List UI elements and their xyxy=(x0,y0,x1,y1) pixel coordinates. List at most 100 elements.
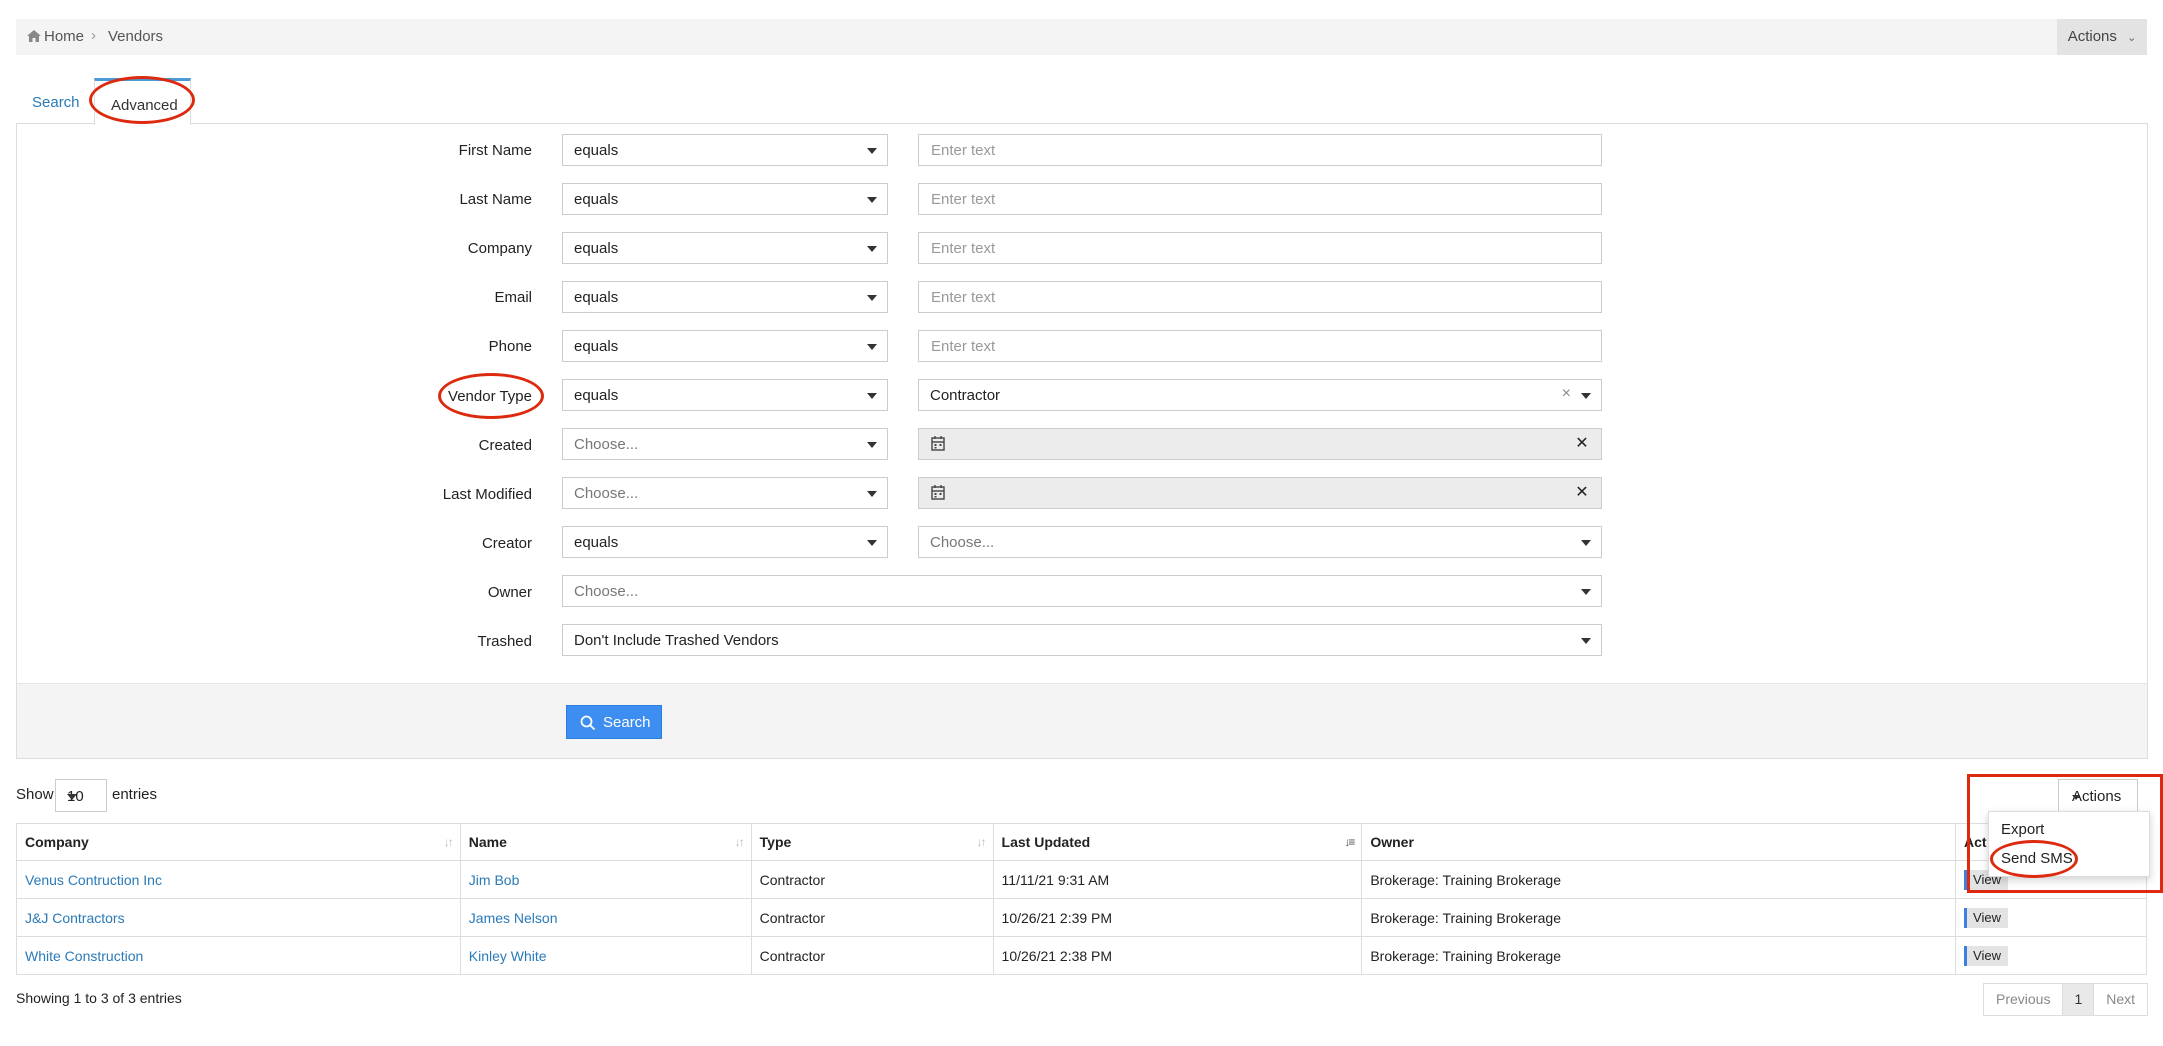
page-length-select[interactable]: 10 xyxy=(55,779,107,812)
search-icon xyxy=(580,715,596,731)
vendor-type-operator-value: equals xyxy=(574,387,619,404)
calendar-icon xyxy=(931,436,945,451)
pagination-page-1[interactable]: 1 xyxy=(2062,984,2095,1015)
entries-label: entries xyxy=(112,786,158,803)
owner-label: Owner xyxy=(487,584,532,601)
sort-icon: ↓↑ xyxy=(443,835,454,849)
creator-value: Choose... xyxy=(930,534,995,551)
column-header-label: Type xyxy=(759,834,792,850)
creator-operator-value: equals xyxy=(574,534,619,551)
owner-value: Choose... xyxy=(574,583,639,600)
cell-name: Kinley White xyxy=(459,936,752,975)
search-panel-footer xyxy=(16,683,2148,759)
vendors-table: Company ↓↑ Name ↓↑ Type ↓↑ Last Updated ↓≡ O… xyxy=(16,823,2147,975)
first-name-label: First Name xyxy=(458,142,532,159)
email-input[interactable] xyxy=(919,282,1601,312)
pagination: Previous 1 Next xyxy=(1983,983,2149,1016)
company-operator-select[interactable]: equals xyxy=(562,232,888,264)
last-name-input[interactable] xyxy=(919,184,1601,214)
view-button[interactable]: View xyxy=(1964,907,2008,928)
owner-select[interactable]: Choose... xyxy=(562,575,1602,607)
caret-down-icon xyxy=(1581,638,1591,644)
last-name-label: Last Name xyxy=(459,191,532,208)
table-info: Showing 1 to 3 of 3 entries xyxy=(16,990,182,1006)
search-button-label: Search xyxy=(603,714,651,731)
sort-icon: ↓↑ xyxy=(734,835,745,849)
column-header-label: Name xyxy=(468,834,507,850)
annotation-circle-vendor-type xyxy=(438,373,544,419)
cell-type: Contractor xyxy=(750,936,994,975)
page-actions-button[interactable]: Actions ⌄ xyxy=(2057,19,2147,55)
pagination-previous[interactable]: Previous xyxy=(1984,984,2062,1015)
first-name-input-wrap xyxy=(918,134,1602,166)
caret-down-icon xyxy=(867,491,877,497)
caret-down-icon xyxy=(67,794,77,800)
pagination-next[interactable]: Next xyxy=(2094,984,2147,1015)
first-name-operator-select[interactable]: equals xyxy=(562,134,888,166)
page-actions-label: Actions xyxy=(2067,28,2117,45)
created-operator-select[interactable]: Choose... xyxy=(562,428,888,460)
breadcrumb: Home › Vendors Actions ⌄ xyxy=(16,19,2147,55)
cell-company: White Construction xyxy=(16,936,461,975)
clear-date-icon[interactable]: ✕ xyxy=(1563,478,1601,508)
cell-type: Contractor xyxy=(750,898,994,937)
column-header-name[interactable]: Name ↓↑ xyxy=(459,823,752,861)
caret-down-icon xyxy=(867,295,877,301)
chevron-right-icon: › xyxy=(91,27,96,44)
vendor-type-value-select[interactable]: Contractor × xyxy=(918,379,1602,411)
company-input-wrap xyxy=(918,232,1602,264)
company-label: Company xyxy=(467,240,532,257)
cell-last-updated: 10/26/21 2:39 PM xyxy=(992,898,1363,937)
created-label: Created xyxy=(478,437,532,454)
breadcrumb-home-link[interactable]: Home xyxy=(44,28,84,45)
phone-input[interactable] xyxy=(919,331,1601,361)
name-link[interactable]: Jim Bob xyxy=(469,872,520,888)
last-modified-operator-select[interactable]: Choose... xyxy=(562,477,888,509)
clear-selection-icon[interactable]: × xyxy=(1562,385,1571,403)
cell-actions: View xyxy=(1955,898,2147,937)
email-operator-select[interactable]: equals xyxy=(562,281,888,313)
company-link[interactable]: Venus Contruction Inc xyxy=(25,872,162,888)
email-input-wrap xyxy=(918,281,1602,313)
trashed-select[interactable]: Don't Include Trashed Vendors xyxy=(562,624,1602,656)
name-link[interactable]: Kinley White xyxy=(469,948,547,964)
phone-operator-select[interactable]: equals xyxy=(562,330,888,362)
tab-search[interactable]: Search xyxy=(32,94,80,111)
calendar-icon xyxy=(931,485,945,500)
column-header-last-updated[interactable]: Last Updated ↓≡ xyxy=(992,823,1363,861)
annotation-circle-advanced-tab xyxy=(89,76,195,124)
creator-operator-select[interactable]: equals xyxy=(562,526,888,558)
column-header-label: Company xyxy=(25,834,89,850)
table-row: J&J Contractors James Nelson Contractor … xyxy=(16,898,2147,937)
search-button[interactable]: Search xyxy=(566,705,662,739)
caret-down-icon xyxy=(867,148,877,154)
cell-last-updated: 10/26/21 2:38 PM xyxy=(992,936,1363,975)
name-link[interactable]: James Nelson xyxy=(469,910,558,926)
company-input[interactable] xyxy=(919,233,1601,263)
creator-value-select[interactable]: Choose... xyxy=(918,526,1602,558)
cell-company: J&J Contractors xyxy=(16,898,461,937)
sort-icon: ↓↑ xyxy=(976,835,987,849)
clear-date-icon[interactable]: ✕ xyxy=(1563,429,1601,459)
created-date-range-input[interactable]: ✕ xyxy=(918,428,1602,460)
caret-down-icon xyxy=(867,246,877,252)
column-header-owner[interactable]: Owner xyxy=(1361,823,1957,861)
vendor-type-operator-select[interactable]: equals xyxy=(562,379,888,411)
first-name-operator-value: equals xyxy=(574,142,619,159)
column-header-label: Owner xyxy=(1370,834,1414,850)
first-name-input[interactable] xyxy=(919,135,1601,165)
caret-down-icon xyxy=(1581,589,1591,595)
last-modified-date-range-input[interactable]: ✕ xyxy=(918,477,1602,509)
column-header-company[interactable]: Company ↓↑ xyxy=(16,823,461,861)
last-name-operator-select[interactable]: equals xyxy=(562,183,888,215)
phone-label: Phone xyxy=(488,338,532,355)
cell-type: Contractor xyxy=(750,860,994,899)
column-header-type[interactable]: Type ↓↑ xyxy=(750,823,994,861)
view-button[interactable]: View xyxy=(1964,945,2008,966)
cell-company: Venus Contruction Inc xyxy=(16,860,461,899)
annotation-box-actions-menu xyxy=(1967,774,2163,893)
vendor-type-value: Contractor xyxy=(930,387,1001,404)
company-link[interactable]: White Construction xyxy=(25,948,143,964)
company-link[interactable]: J&J Contractors xyxy=(25,910,125,926)
table-row: White Construction Kinley White Contract… xyxy=(16,936,2147,975)
